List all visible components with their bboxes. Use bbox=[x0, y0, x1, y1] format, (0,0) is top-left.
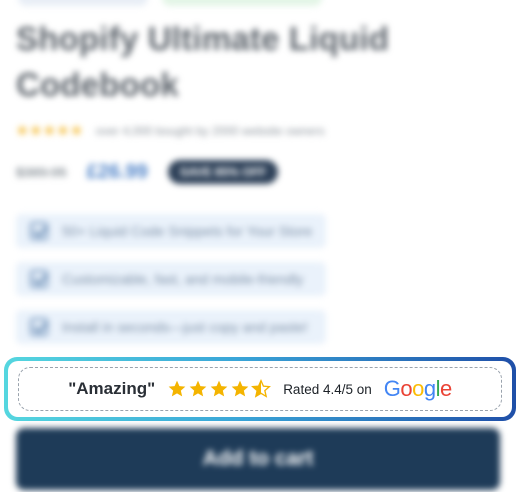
review-banner[interactable]: "Amazing" Rated 4.4/5 on Google bbox=[4, 357, 516, 421]
star-rating bbox=[167, 379, 272, 399]
feature-text: Customizable, fast, and mobile-friendly bbox=[62, 271, 304, 287]
add-to-cart-button[interactable]: Add to cart bbox=[16, 428, 500, 490]
product-rating-row: ★★★★★ over 4,000 bought by 2000 website … bbox=[16, 122, 325, 139]
checkbox-icon bbox=[30, 270, 48, 288]
feature-text: Install in seconds—just copy and paste! bbox=[62, 319, 308, 335]
feature-text: 50+ Liquid Code Snippets for Your Store bbox=[62, 223, 313, 239]
chip bbox=[18, 0, 148, 6]
sale-badge: SAVE 85% OFF bbox=[167, 160, 279, 184]
feature-item: 50+ Liquid Code Snippets for Your Store bbox=[16, 214, 327, 248]
review-quote: "Amazing" bbox=[68, 379, 156, 398]
review-banner-inner: "Amazing" Rated 4.4/5 on Google bbox=[8, 361, 512, 417]
feature-item: Customizable, fast, and mobile-friendly bbox=[16, 262, 327, 296]
old-price: $389.95 bbox=[16, 164, 67, 180]
rating-stars-icon: ★★★★★ bbox=[16, 122, 84, 138]
rating-text: over 4,000 bought by 2000 website owners bbox=[95, 123, 325, 138]
star-icon bbox=[231, 380, 249, 397]
feature-item: Install in seconds—just copy and paste! bbox=[16, 310, 327, 344]
checkbox-icon bbox=[30, 222, 48, 240]
star-icon bbox=[189, 380, 207, 397]
price-row: $389.95 £26.99 SAVE 85% OFF bbox=[16, 160, 279, 184]
rated-text: Rated 4.4/5 on bbox=[283, 381, 372, 397]
half-star-icon bbox=[251, 379, 272, 398]
chip bbox=[162, 0, 322, 6]
top-chips bbox=[18, 0, 322, 6]
review-banner-content: "Amazing" Rated 4.4/5 on Google bbox=[18, 367, 502, 411]
add-to-cart-label: Add to cart bbox=[202, 447, 314, 470]
star-icon bbox=[168, 380, 186, 397]
google-logo: Google bbox=[383, 376, 453, 401]
checkbox-icon bbox=[30, 318, 48, 336]
star-icon bbox=[210, 380, 228, 397]
product-title: Shopify Ultimate Liquid Codebook bbox=[16, 20, 390, 103]
feature-list: 50+ Liquid Code Snippets for Your Store … bbox=[16, 214, 327, 344]
new-price: £26.99 bbox=[86, 160, 148, 183]
